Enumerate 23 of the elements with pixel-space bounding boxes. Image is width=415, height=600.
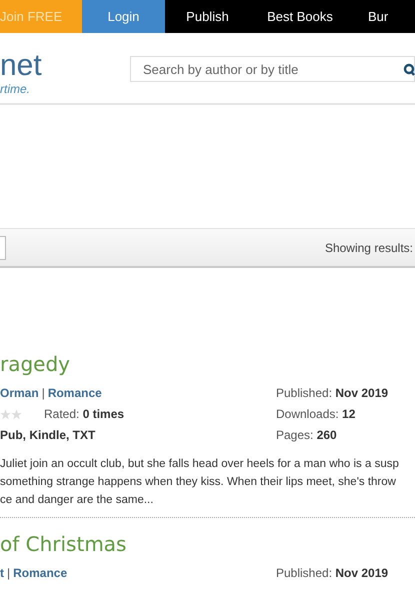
genre-link[interactable]: Romance: [48, 386, 102, 401]
published-date: Published: Nov 2019: [276, 566, 390, 581]
description-line: Juliet join an occult club, but she falls head over heels for a man who is a susp: [0, 457, 400, 472]
published-date: Published: Nov 2019: [276, 386, 390, 401]
logo-text[interactable]: net: [0, 51, 130, 81]
logo-tagline: rtime.: [0, 82, 31, 96]
author-link[interactable]: Orman: [0, 386, 39, 401]
search-field[interactable]: Search by author or by title: [130, 56, 415, 82]
description-line: ce and danger are the same...: [0, 493, 154, 508]
separator: |: [7, 566, 10, 581]
page-count: Pages: 260: [276, 428, 338, 443]
search-icon[interactable]: [403, 63, 415, 76]
book-title[interactable]: ragedy: [0, 352, 415, 376]
genre-link[interactable]: Romance: [13, 566, 68, 581]
rating-count: Rated: 0 times: [44, 407, 124, 422]
separator: |: [42, 386, 45, 401]
description-line: something strange happens when they kiss. When their lips meet, she's throw: [0, 475, 397, 490]
author-link[interactable]: t: [0, 566, 4, 581]
nav-link[interactable]: Login: [82, 0, 165, 33]
results-label: Showing results:: [324, 240, 414, 254]
book-title[interactable]: of Christmas: [0, 532, 415, 556]
formats: Pub, Kindle, TXT: [0, 428, 96, 443]
download-count: Downloads: 12: [276, 407, 356, 422]
